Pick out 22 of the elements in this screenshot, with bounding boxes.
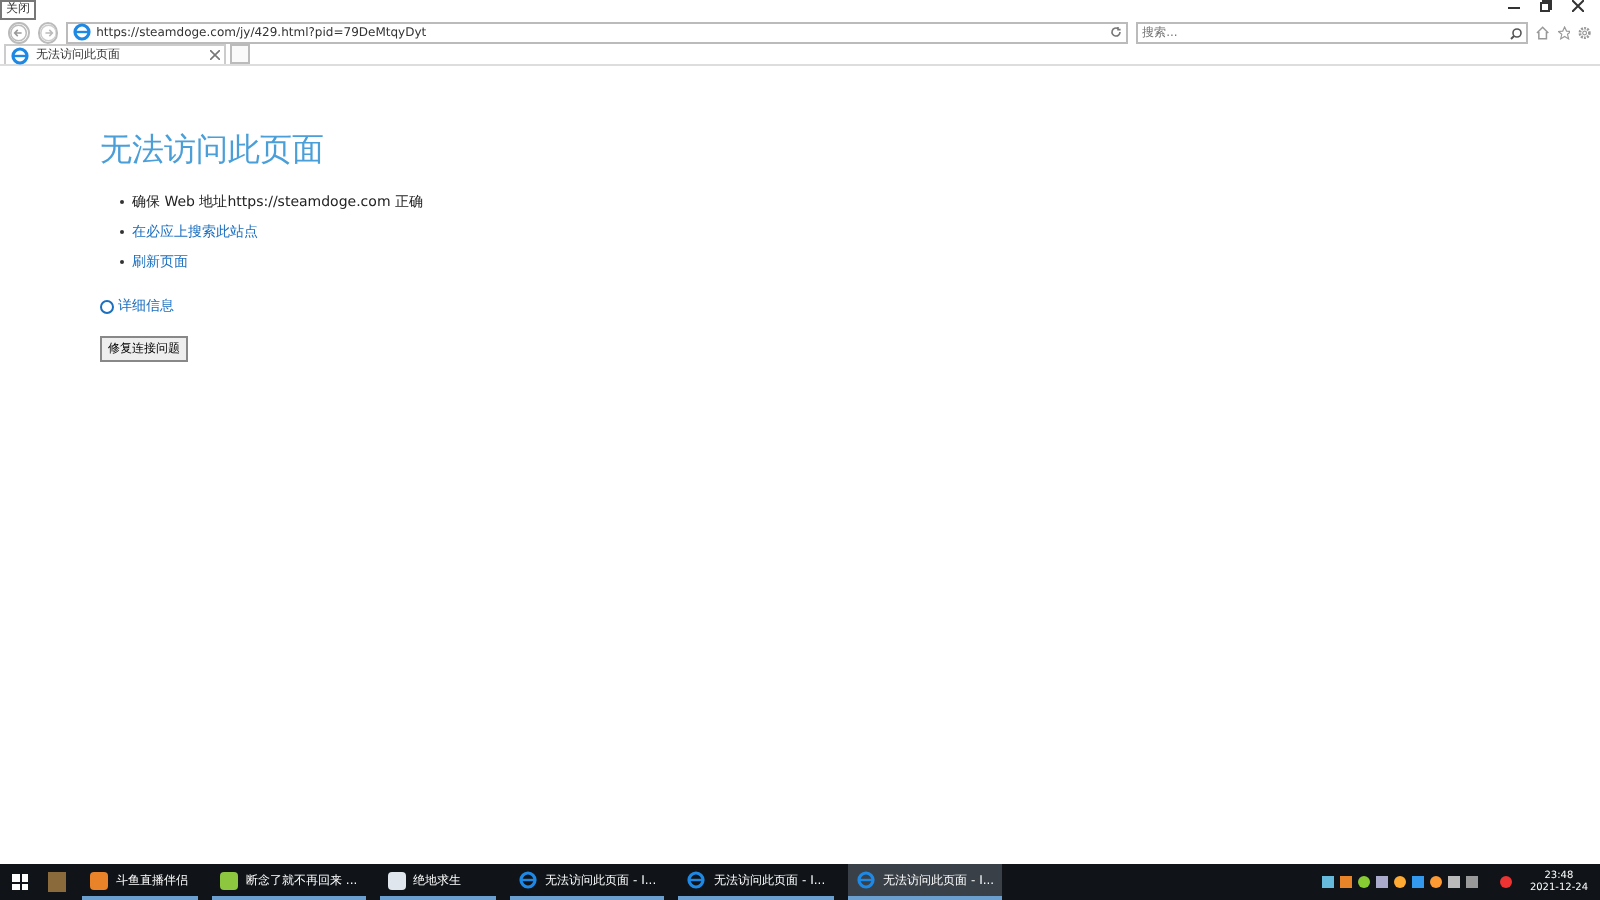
refresh-icon[interactable]: [1110, 26, 1123, 38]
search-icon[interactable]: [1510, 27, 1523, 39]
volume-icon[interactable]: [1465, 876, 1478, 888]
browser-icon: [686, 870, 707, 890]
close-tab-icon[interactable]: [210, 50, 220, 60]
settings-icon[interactable]: [1578, 25, 1592, 39]
expand-icon[interactable]: [100, 299, 114, 313]
restore-button[interactable]: [1540, 0, 1552, 12]
app-icon: [387, 871, 406, 889]
network-icon[interactable]: [1447, 876, 1460, 888]
browser-icon: [855, 870, 876, 890]
browser-icon: [517, 870, 538, 890]
notification-icon[interactable]: [1499, 876, 1512, 888]
app-icon: [90, 871, 108, 889]
page-title: 无法访问此页面: [100, 130, 326, 172]
close-icon[interactable]: [1572, 0, 1584, 12]
browser-icon: [10, 45, 30, 65]
app-icon: [220, 871, 238, 889]
star-icon[interactable]: [1557, 25, 1571, 39]
start-button[interactable]: [12, 874, 28, 890]
browser-icon: [72, 22, 93, 42]
home-icon[interactable]: [1536, 25, 1550, 39]
